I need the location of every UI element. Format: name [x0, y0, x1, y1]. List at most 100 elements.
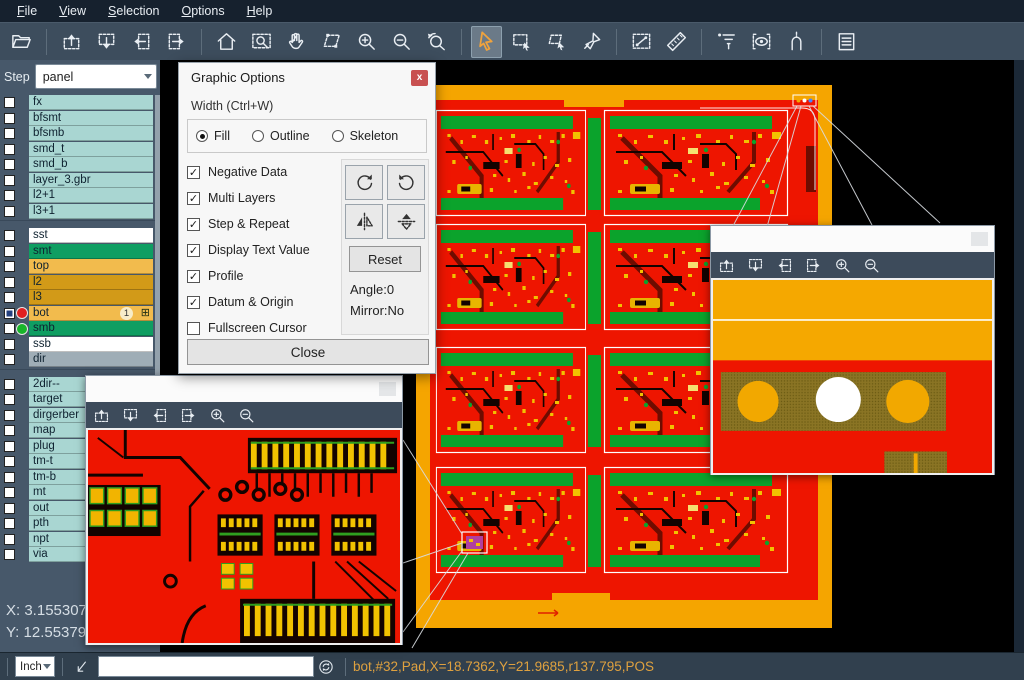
- graphic-options-dialog[interactable]: Graphic Options x Width (Ctrl+W) Fill Ou…: [178, 62, 436, 374]
- layer-visibility-checkbox[interactable]: [4, 534, 15, 545]
- layer-name-cell[interactable]: l2: [29, 275, 153, 290]
- zoom-polygon-button[interactable]: [316, 26, 347, 58]
- datum-corner-icon[interactable]: [73, 658, 91, 676]
- layer-name-cell[interactable]: smt: [29, 244, 153, 259]
- pan-up-button[interactable]: [717, 255, 737, 275]
- pan-left-button[interactable]: [126, 26, 157, 58]
- pan-down-button[interactable]: [121, 405, 141, 425]
- radio-outline[interactable]: Outline: [252, 129, 310, 143]
- layer-row-fx[interactable]: fx: [0, 95, 160, 111]
- layer-row-smb[interactable]: smb: [0, 321, 160, 337]
- layer-row-dir[interactable]: dir: [0, 352, 160, 368]
- layer-visibility-checkbox[interactable]: [4, 190, 15, 201]
- magnifier-popup-pads[interactable]: [710, 225, 995, 475]
- layer-row-sst[interactable]: sst: [0, 228, 160, 244]
- reset-button[interactable]: Reset: [349, 246, 421, 272]
- pan-left-button[interactable]: [150, 405, 170, 425]
- layer-row-smd-b[interactable]: smd_b: [0, 157, 160, 173]
- popup-title-bar[interactable]: [86, 376, 402, 402]
- step-select[interactable]: panel: [35, 64, 157, 89]
- ruler-button[interactable]: [661, 26, 692, 58]
- pan-hand-button[interactable]: [281, 26, 312, 58]
- close-icon[interactable]: x: [411, 70, 428, 86]
- pan-up-button[interactable]: [92, 405, 112, 425]
- layer-row-layer-3-gbr[interactable]: layer_3.gbr: [0, 173, 160, 189]
- layer-visibility-checkbox[interactable]: [4, 354, 15, 365]
- layer-visibility-checkbox[interactable]: [4, 394, 15, 405]
- layer-visibility-checkbox[interactable]: [4, 128, 15, 139]
- layer-row-bot[interactable]: bot1⊞: [0, 306, 160, 322]
- layer-visibility-checkbox[interactable]: [4, 518, 15, 529]
- command-input[interactable]: [98, 656, 314, 677]
- layer-row-smt[interactable]: smt: [0, 244, 160, 260]
- unit-select[interactable]: Inch: [15, 656, 55, 677]
- option-step-repeat[interactable]: ✓ Step & Repeat: [187, 211, 337, 237]
- layer-visibility-checkbox[interactable]: [4, 323, 15, 334]
- layer-visibility-checkbox[interactable]: [4, 339, 15, 350]
- menu-item-file[interactable]: File: [6, 0, 48, 22]
- pan-down-button[interactable]: [746, 255, 766, 275]
- radio-skeleton[interactable]: Skeleton: [332, 129, 399, 143]
- layer-name-cell[interactable]: ssb: [29, 337, 153, 352]
- flip-v-button[interactable]: [387, 204, 425, 239]
- option-display-text-value[interactable]: ✓ Display Text Value: [187, 237, 337, 263]
- zoom-in-button[interactable]: [208, 405, 228, 425]
- dialog-title-bar[interactable]: Graphic Options x: [179, 63, 435, 91]
- layer-visibility-checkbox[interactable]: [4, 472, 15, 483]
- select-rect-button[interactable]: [506, 26, 537, 58]
- layer-name-cell[interactable]: layer_3.gbr: [29, 173, 153, 188]
- layer-name-cell[interactable]: bfsmb: [29, 126, 153, 141]
- layer-row-l3-1[interactable]: l3+1: [0, 204, 160, 220]
- layer-visibility-checkbox[interactable]: [4, 308, 15, 319]
- option-datum-origin[interactable]: ✓ Datum & Origin: [187, 289, 337, 315]
- menu-item-help[interactable]: Help: [236, 0, 284, 22]
- zoom-previous-button[interactable]: [421, 26, 452, 58]
- zoom-in-button[interactable]: [351, 26, 382, 58]
- layer-visibility-checkbox[interactable]: [4, 113, 15, 124]
- flip-h-button[interactable]: [345, 204, 383, 239]
- layer-visibility-checkbox[interactable]: [4, 175, 15, 186]
- select-button[interactable]: [471, 26, 502, 58]
- snap-button[interactable]: [781, 26, 812, 58]
- layer-name-cell[interactable]: dir: [29, 352, 153, 367]
- layer-name-cell[interactable]: bfsmt: [29, 111, 153, 126]
- zoom-out-button[interactable]: [862, 255, 882, 275]
- layer-visibility-checkbox[interactable]: [4, 277, 15, 288]
- layer-row-ssb[interactable]: ssb: [0, 337, 160, 353]
- popup-title-bar[interactable]: [711, 226, 994, 252]
- folder-open-button[interactable]: [6, 26, 37, 58]
- layer-row-top[interactable]: top: [0, 259, 160, 275]
- layer-visibility-checkbox[interactable]: [4, 261, 15, 272]
- zoom-out-button[interactable]: [237, 405, 257, 425]
- layer-name-cell[interactable]: bot1⊞: [29, 306, 153, 321]
- menu-item-selection[interactable]: Selection: [97, 0, 170, 22]
- layer-visibility-checkbox[interactable]: [4, 246, 15, 257]
- radio-fill[interactable]: Fill: [196, 129, 230, 143]
- pan-left-button[interactable]: [775, 255, 795, 275]
- layer-visibility-checkbox[interactable]: [4, 549, 15, 560]
- magnifier-popup-traces[interactable]: [85, 375, 403, 645]
- layer-row-l3[interactable]: l3: [0, 290, 160, 306]
- layer-visibility-checkbox[interactable]: [4, 206, 15, 217]
- layer-name-cell[interactable]: sst: [29, 228, 153, 243]
- pan-right-button[interactable]: [161, 26, 192, 58]
- report-button[interactable]: [831, 26, 862, 58]
- dialog-close-button[interactable]: Close: [187, 339, 429, 365]
- select-polygon-button[interactable]: [541, 26, 572, 58]
- layer-visibility-checkbox[interactable]: [4, 144, 15, 155]
- layer-name-cell[interactable]: smb: [29, 321, 153, 336]
- popup-close-button[interactable]: [379, 382, 396, 396]
- layer-name-cell[interactable]: smd_b: [29, 157, 153, 172]
- layer-name-cell[interactable]: top: [29, 259, 153, 274]
- layer-visibility-checkbox[interactable]: [4, 441, 15, 452]
- sync-icon[interactable]: [317, 658, 335, 676]
- zoom-in-button[interactable]: [833, 255, 853, 275]
- layer-row-bfsmt[interactable]: bfsmt: [0, 111, 160, 127]
- zoom-window-button[interactable]: [246, 26, 277, 58]
- brush-button[interactable]: [576, 26, 607, 58]
- layer-row-smd-t[interactable]: smd_t: [0, 142, 160, 158]
- home-button[interactable]: [211, 26, 242, 58]
- menu-item-view[interactable]: View: [48, 0, 97, 22]
- layer-visibility-checkbox[interactable]: [4, 159, 15, 170]
- layer-name-cell[interactable]: l3+1: [29, 204, 153, 219]
